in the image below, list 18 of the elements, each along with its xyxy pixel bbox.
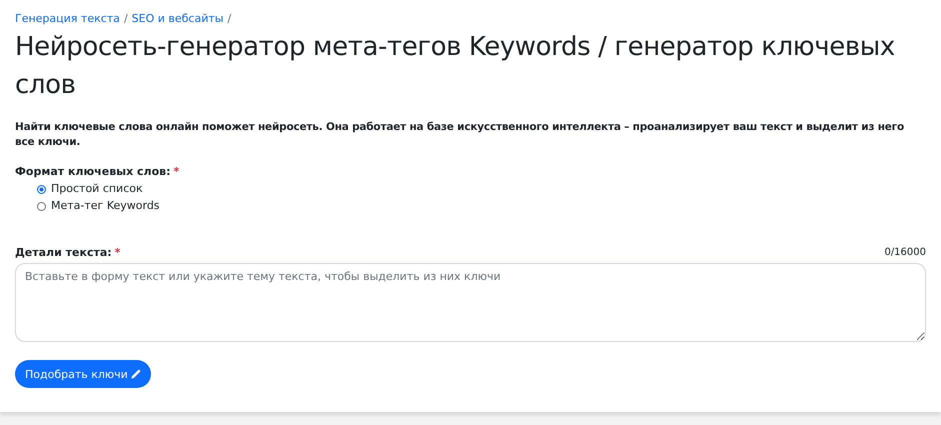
breadcrumb-separator: /: [227, 12, 232, 26]
required-mark: *: [174, 164, 180, 179]
option-label[interactable]: Мета-тег Keywords: [51, 199, 160, 213]
submit-button[interactable]: Подобрать ключи: [15, 360, 151, 388]
field-label: Детали текста:: [15, 245, 112, 260]
page-title: Нейросеть-генератор мета-тегов Keywords / генератор ключевых слов: [15, 31, 896, 102]
pencil-icon: [130, 368, 141, 380]
radio-button[interactable]: [37, 202, 46, 210]
radio-button[interactable]: [37, 184, 46, 194]
field-label: Формат ключевых слов:: [15, 164, 171, 179]
character-counter: 0/16000: [884, 246, 926, 260]
breadcrumb-link[interactable]: SEO и вебсайты: [132, 12, 224, 26]
option-label[interactable]: Простой список: [51, 182, 143, 196]
required-mark: *: [114, 245, 120, 260]
breadcrumb-separator: /: [124, 12, 128, 26]
description-text: Найти ключевые слова онлайн поможет нейросеть. Она работает на базе искусственного интеллекта – проанализирует ваш текст и выделит из него все ключи.: [15, 120, 905, 150]
breadcrumb-link[interactable]: Генерация текста: [15, 12, 120, 26]
text-area-field[interactable]: Вставьте в форму текст или укажите тему текста, чтобы выделить из них ключи: [15, 263, 926, 342]
